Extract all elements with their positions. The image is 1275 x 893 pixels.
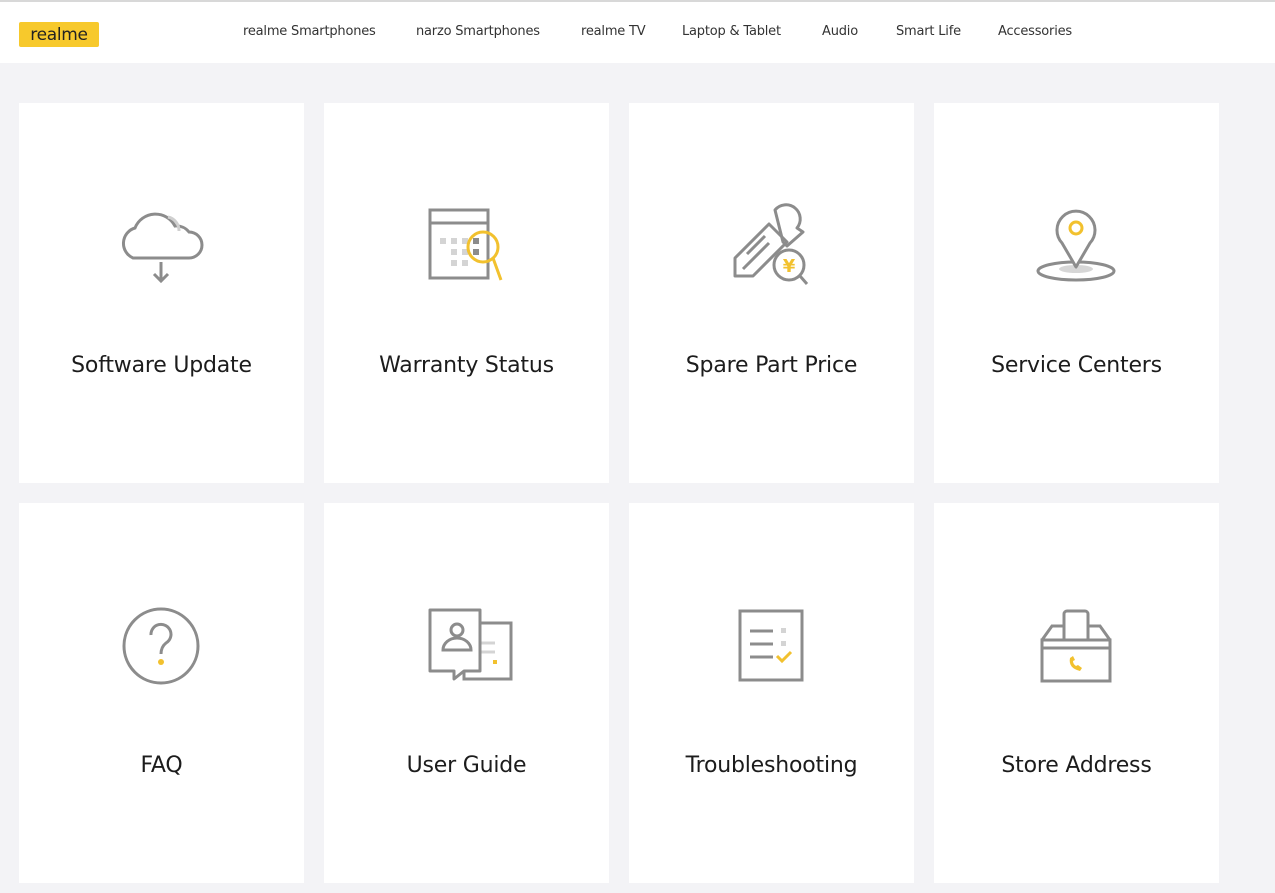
question-circle-icon [122,607,200,685]
card-store-address[interactable]: Store Address [934,503,1219,883]
nav-realme-smartphones[interactable]: realme Smartphones [243,24,376,39]
card-label: FAQ [140,753,183,778]
card-label: Spare Part Price [685,353,858,378]
card-label: Warranty Status [379,353,554,378]
card-label: Service Centers [991,353,1162,378]
card-software-update[interactable]: Software Update [19,103,304,483]
card-label: Store Address [1001,753,1152,778]
card-service-centers[interactable]: Service Centers [934,103,1219,483]
card-label: Software Update [71,353,252,378]
nav-smart-life[interactable]: Smart Life [896,24,961,39]
svg-text:¥: ¥ [783,256,796,277]
card-user-guide[interactable]: User Guide [324,503,609,883]
card-troubleshooting[interactable]: Troubleshooting [629,503,914,883]
user-guide-icon [428,608,513,681]
top-navigation-bar: realme realme Smartphones narzo Smartpho… [0,0,1275,63]
nav-laptop-tablet[interactable]: Laptop & Tablet [682,24,781,39]
card-label: User Guide [406,753,527,778]
card-spare-part-price[interactable]: ¥ Spare Part Price [629,103,914,483]
nav-audio[interactable]: Audio [822,24,858,39]
location-pin-icon [1036,209,1116,282]
checklist-icon [738,609,804,682]
realme-logo[interactable]: realme [19,22,99,47]
card-faq[interactable]: FAQ [19,503,304,883]
screw-price-icon: ¥ [733,203,809,285]
cloud-download-icon [122,212,204,284]
nav-narzo-smartphones[interactable]: narzo Smartphones [416,24,540,39]
warranty-search-icon [428,208,503,281]
card-warranty-status[interactable]: Warranty Status [324,103,609,483]
nav-realme-tv[interactable]: realme TV [581,24,646,39]
store-box-icon [1040,609,1112,683]
card-label: Troubleshooting [685,753,858,778]
nav-accessories[interactable]: Accessories [998,24,1072,39]
